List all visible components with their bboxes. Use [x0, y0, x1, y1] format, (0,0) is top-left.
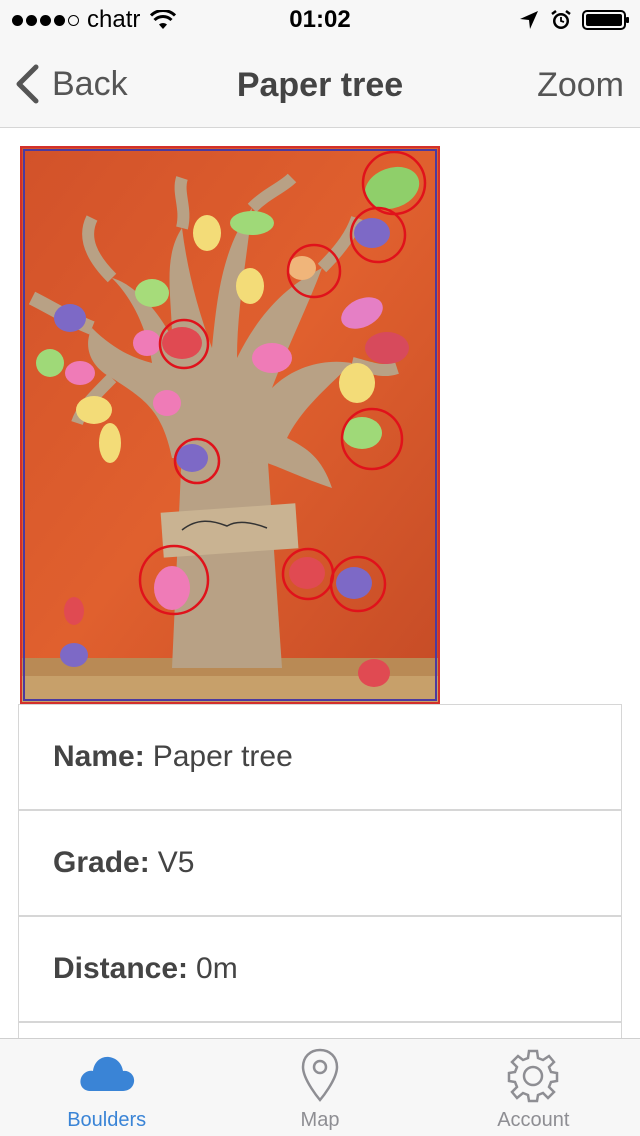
navigation-bar: Back Paper tree Zoom	[0, 40, 640, 128]
tab-label: Map	[300, 1109, 340, 1131]
detail-value: 0m	[196, 952, 238, 985]
location-arrow-icon	[520, 11, 538, 29]
tab-boulders[interactable]: Boulders	[0, 1039, 213, 1136]
alarm-icon	[551, 10, 571, 29]
tab-account[interactable]: Account	[427, 1039, 640, 1136]
status-right	[518, 6, 630, 34]
boulder-photo[interactable]	[20, 146, 440, 704]
tab-label: Boulders	[67, 1109, 147, 1131]
detail-value: V5	[157, 846, 195, 879]
gear-icon	[508, 1049, 559, 1103]
detail-row-distance: Distance: 0m	[19, 917, 621, 1023]
detail-label: Grade:	[53, 846, 150, 879]
detail-label: Name:	[53, 740, 145, 773]
screen: chatr 01:02 Back Paper tree Zoom Name: P…	[0, 0, 640, 1136]
tab-bar: Boulders Map Account	[0, 1038, 640, 1136]
cloud-icon	[80, 1056, 134, 1091]
map-pin-icon	[301, 1048, 339, 1102]
tab-map[interactable]: Map	[213, 1039, 426, 1136]
zoom-button[interactable]: Zoom	[537, 66, 624, 105]
boulder-details: Name: Paper tree Grade: V5 Distance: 0m	[18, 704, 622, 1038]
tab-label: Account	[497, 1109, 570, 1131]
detail-row-name: Name: Paper tree	[19, 705, 621, 811]
detail-row-grade: Grade: V5	[19, 811, 621, 917]
detail-value: Paper tree	[152, 740, 293, 773]
boulder-photo-image	[22, 148, 438, 702]
status-bar: chatr 01:02	[0, 0, 640, 40]
detail-label: Distance:	[53, 952, 189, 985]
battery-icon	[582, 10, 629, 30]
